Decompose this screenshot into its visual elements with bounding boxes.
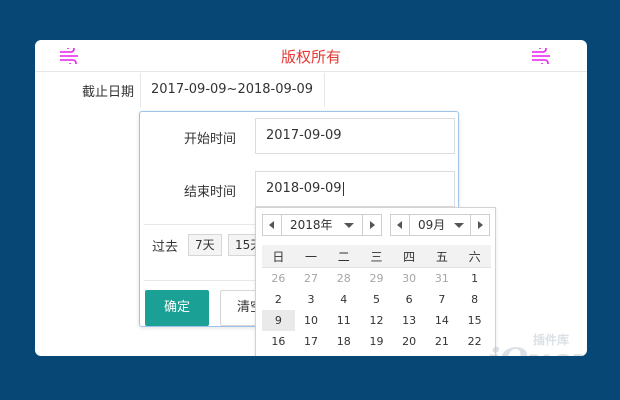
header-title: 版权所有: [280, 48, 341, 66]
calendar-day[interactable]: 26: [262, 268, 295, 290]
calendar-day[interactable]: 1: [458, 268, 491, 290]
range-label: 截止日期: [82, 85, 135, 100]
watermark-top-text: 插件库: [533, 333, 570, 347]
watermark-logo: 插件库 jQuery: [487, 329, 587, 356]
calendar-day[interactable]: 7: [426, 289, 459, 310]
text-cursor: [342, 181, 344, 196]
prev-year-button[interactable]: [263, 215, 281, 235]
calendar-day[interactable]: 11: [327, 310, 360, 331]
start-time-label: 开始时间: [184, 132, 237, 147]
date-range-input[interactable]: 2017-09-09~2018-09-09: [140, 73, 325, 107]
calendar-day[interactable]: 15: [458, 310, 491, 331]
weekday-5: 五: [425, 245, 459, 268]
end-time-value: 2018-09-09: [266, 181, 342, 196]
arrow-left-icon: [397, 221, 402, 229]
calendar-day[interactable]: 6: [393, 289, 426, 310]
past-label: 过去: [152, 240, 179, 255]
calendar-day[interactable]: 22: [458, 331, 491, 352]
next-year-button[interactable]: [363, 215, 381, 235]
wind-icon: [530, 48, 556, 64]
year-value: 2018年: [290, 218, 333, 232]
calendar-day[interactable]: 19: [360, 331, 393, 352]
month-select[interactable]: 09月: [409, 215, 471, 235]
arrow-right-icon: [478, 221, 483, 229]
calendar-day[interactable]: 20: [393, 331, 426, 352]
arrow-right-icon: [370, 221, 375, 229]
chevron-down-icon: [344, 223, 354, 228]
calendar-day[interactable]: 30: [393, 268, 426, 290]
confirm-button[interactable]: 确定: [145, 290, 209, 326]
calendar-day[interactable]: 4: [327, 289, 360, 310]
chevron-down-icon: [454, 223, 464, 228]
calendar-day[interactable]: 2: [262, 289, 295, 310]
weekday-header: 日一二三四五六: [262, 245, 491, 268]
year-nav: 2018年: [262, 214, 382, 236]
calendar-day[interactable]: 3: [295, 289, 328, 310]
calendar-day[interactable]: 31: [426, 268, 459, 290]
main-card: 版权所有 截止日期 2017-09-09~2018-09-09 开始时间 201…: [35, 40, 587, 356]
end-time-label: 结束时间: [184, 185, 237, 200]
weekday-3: 三: [360, 245, 393, 268]
weekday-1: 一: [294, 245, 328, 268]
calendar-week: 9 10 11 12 13 14 15: [262, 310, 491, 331]
calendar-week: 2345678: [262, 289, 491, 310]
weekday-4: 四: [392, 245, 426, 268]
start-time-value: 2017-09-09: [266, 128, 342, 143]
calendar-day[interactable]: 18: [327, 331, 360, 352]
calendar-day[interactable]: 9: [262, 310, 295, 331]
weekday-0: 日: [262, 245, 295, 268]
calendar-day[interactable]: 29: [360, 268, 393, 290]
weekday-2: 二: [327, 245, 361, 268]
calendar-popup: 2018年 09月 日一二三四五六 26 27 28 29 30 31 1 2 3 4 5 6 7 8 9 1…: [255, 207, 496, 356]
calendar-day[interactable]: 14: [426, 310, 459, 331]
year-select[interactable]: 2018年: [281, 215, 363, 235]
calendar-day[interactable]: 21: [426, 331, 459, 352]
calendar-day[interactable]: 28: [327, 268, 360, 290]
calendar-day[interactable]: 5: [360, 289, 393, 310]
calendar-day[interactable]: 12: [360, 310, 393, 331]
calendar-week: 26 27 28 29 30 31 1: [262, 268, 491, 290]
weekday-6: 六: [458, 245, 491, 268]
calendar-day[interactable]: 16: [262, 331, 295, 352]
calendar-day[interactable]: 10: [295, 310, 328, 331]
arrow-left-icon: [269, 221, 274, 229]
calendar-day[interactable]: 8: [458, 289, 491, 310]
month-nav: 09月: [390, 214, 490, 236]
calendar-week: 16 17 18 19 20 21 22: [262, 331, 491, 352]
prev-month-button[interactable]: [391, 215, 409, 235]
calendar-day[interactable]: 13: [393, 310, 426, 331]
calendar-grid: 日一二三四五六 26 27 28 29 30 31 1 2 3 4 5 6 7 8 9 10 11 12 13 14 1…: [262, 245, 491, 352]
calendar-day[interactable]: 17: [295, 331, 328, 352]
start-time-input[interactable]: 2017-09-09: [255, 118, 455, 154]
next-month-button[interactable]: [471, 215, 489, 235]
calendar-days: 26 27 28 29 30 31 1 2 3 4 5 6 7 8 9 10 11 12 13 14 15 16 17 18 1…: [262, 268, 491, 353]
header: 版权所有: [35, 40, 587, 72]
quick-option-7-days[interactable]: 7天: [188, 234, 222, 256]
end-time-input[interactable]: 2018-09-09: [255, 171, 455, 207]
watermark-main-text: jQuery: [487, 341, 587, 356]
calendar-day[interactable]: 27: [295, 268, 328, 290]
month-value: 09月: [418, 218, 446, 232]
